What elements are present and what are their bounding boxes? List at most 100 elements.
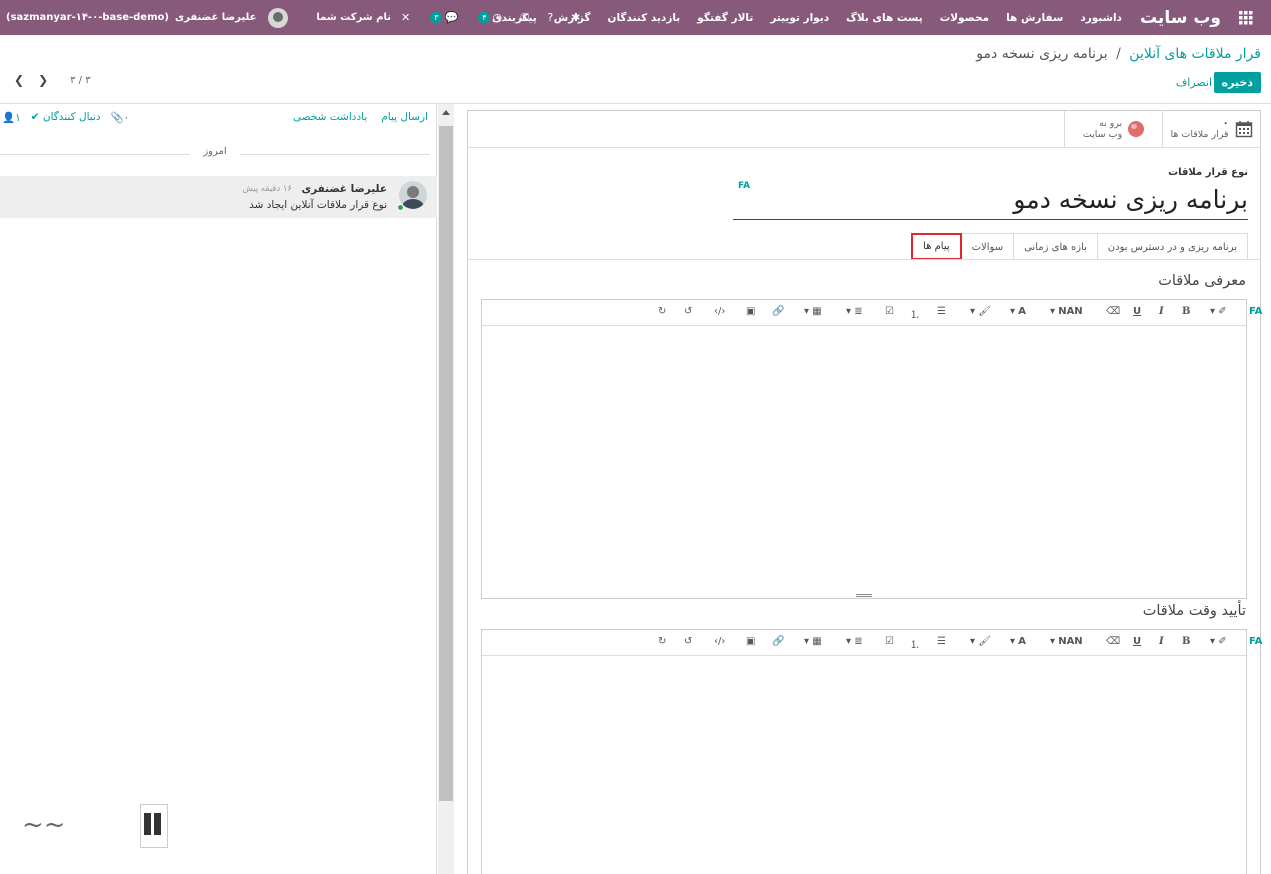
introduction-editor[interactable]: ↻ ↺ ‹/› ▣ 🔗 ▾ ▦ ▾ ≣ ☑ ⒈ ☰ ▾ 🖌 ▾ A ▾ NAN …: [481, 299, 1247, 599]
undo-icon[interactable]: ↺: [684, 306, 692, 317]
log-note-button[interactable]: یادداشت شخصی: [293, 111, 367, 123]
message-time: ۱۶ دقیقه پیش: [242, 184, 292, 194]
message-author[interactable]: علیرضا غضنفری: [301, 183, 387, 195]
company-switcher[interactable]: نام شرکت شما: [316, 12, 391, 23]
date-separator: امروز: [0, 146, 430, 157]
image-icon[interactable]: ▣: [746, 636, 755, 647]
send-message-button[interactable]: ارسال پیام: [381, 111, 428, 123]
tab-scheduling[interactable]: برنامه ریزی و در دسترس بودن: [1096, 233, 1248, 260]
tab-questions[interactable]: سوالات: [960, 233, 1015, 260]
apps-menu-icon[interactable]: [1231, 0, 1261, 35]
unordered-list-icon[interactable]: ☰: [937, 306, 946, 317]
title-translate-button[interactable]: FA: [738, 181, 750, 191]
followers-button[interactable]: 👤۱: [2, 111, 21, 124]
font-size-dropdown[interactable]: ▾ NAN: [1050, 306, 1083, 317]
phone-icon[interactable]: ✆: [520, 11, 529, 24]
underline-icon[interactable]: U: [1133, 306, 1141, 317]
highlight-color-icon[interactable]: ▾ 🖌: [970, 636, 991, 647]
code-view-icon[interactable]: ‹/›: [714, 306, 725, 317]
smart-button-box: ۰ قرار ملاقات ها برو به وب سایت: [468, 111, 1260, 148]
italic-icon[interactable]: I: [1159, 636, 1164, 647]
eraser-icon[interactable]: ⌫: [1106, 636, 1120, 647]
chat-bubble-icon: 💬: [444, 11, 459, 24]
appointment-title-input[interactable]: برنامه ریزی نسخه دمو: [1013, 185, 1248, 214]
confirmation-translate-button[interactable]: FA: [1249, 636, 1262, 647]
menu-orders[interactable]: سفارش ها: [1006, 12, 1063, 24]
magic-style-icon[interactable]: ▾ ✐: [1210, 636, 1227, 647]
app-brand[interactable]: وب سایت: [1140, 8, 1221, 28]
messages-icon[interactable]: ۳ 💬: [428, 11, 458, 24]
menu-blog-posts[interactable]: پست های بلاگ: [846, 12, 923, 24]
table-icon[interactable]: ▾ ▦: [804, 636, 822, 647]
font-size-dropdown[interactable]: ▾ NAN: [1050, 636, 1083, 647]
help-icon[interactable]: ?: [547, 11, 553, 24]
section-confirmation-title: تأیید وقت ملاقات: [1142, 603, 1246, 619]
editor-resize-handle[interactable]: [856, 594, 872, 597]
close-icon[interactable]: ✕: [401, 11, 410, 24]
confirmation-editor[interactable]: ↻ ↺ ‹/› ▣ 🔗 ▾ ▦ ▾ ≣ ☑ ⒈ ☰ ▾ 🖌 ▾ A ▾ NAN …: [481, 629, 1247, 874]
pager-next-icon[interactable]: ❯: [38, 73, 48, 87]
watermark-signature: ~~: [22, 810, 66, 840]
attachments-button[interactable]: 📎۰: [111, 111, 130, 124]
code-view-icon[interactable]: ‹/›: [714, 636, 725, 647]
bold-icon[interactable]: B: [1182, 636, 1190, 647]
scroll-up-arrow-icon[interactable]: [442, 110, 450, 115]
unordered-list-icon[interactable]: ☰: [937, 636, 946, 647]
checklist-icon[interactable]: ☑: [885, 636, 894, 647]
paragraph-align-icon[interactable]: ▾ ≣: [846, 306, 863, 317]
user-icon: 👤: [2, 112, 16, 124]
menu-visitors[interactable]: بازدید کنندگان: [608, 12, 681, 24]
menu-twitter-wall[interactable]: دیوار توییتر: [770, 12, 829, 24]
breadcrumb-current: برنامه ریزی نسخه دمو: [976, 46, 1108, 62]
follow-button[interactable]: ✔ دنبال کنندگان: [31, 111, 101, 124]
save-button[interactable]: ذخیره: [1213, 72, 1261, 93]
intro-translate-button[interactable]: FA: [1249, 306, 1262, 317]
font-size-value: NAN: [1058, 636, 1083, 647]
link-icon[interactable]: 🔗: [772, 306, 784, 317]
follow-label: دنبال کنندگان: [42, 111, 101, 123]
menu-forum[interactable]: تالار گفتگو: [697, 12, 753, 24]
user-name[interactable]: علیرضا غضنفری: [175, 12, 256, 23]
online-status-icon: [397, 204, 404, 211]
chatter-message: علیرضا غضنفری ۱۶ دقیقه پیش نوع قرار ملاق…: [0, 176, 437, 218]
discard-button[interactable]: انصراف: [1176, 76, 1212, 89]
font-color-icon[interactable]: ▾ A: [1010, 306, 1026, 317]
debug-bug-icon[interactable]: ✱: [571, 11, 580, 24]
chatter-panel: ارسال پیام یادداشت شخصی 👤۱ ✔ دنبال کنندگ…: [0, 104, 437, 874]
section-introduction-title: معرفی ملاقات: [1158, 273, 1246, 289]
magic-style-icon[interactable]: ▾ ✐: [1210, 306, 1227, 317]
user-avatar[interactable]: [268, 7, 289, 28]
scroll-thumb[interactable]: [439, 126, 453, 801]
go-to-website-button[interactable]: برو به وب سایت: [1064, 111, 1162, 147]
underline-icon[interactable]: U: [1133, 636, 1141, 647]
image-icon[interactable]: ▣: [746, 306, 755, 317]
menu-products[interactable]: محصولات: [940, 12, 989, 24]
pager-value[interactable]: ۳ / ۳: [70, 75, 90, 86]
redo-icon[interactable]: ↻: [658, 306, 666, 317]
meetings-smart-button[interactable]: ۰ قرار ملاقات ها: [1162, 111, 1260, 147]
menu-dashboard[interactable]: داشبورد: [1080, 12, 1122, 24]
form-scrollbar[interactable]: [438, 104, 454, 874]
bold-icon[interactable]: B: [1182, 306, 1190, 317]
table-icon[interactable]: ▾ ▦: [804, 306, 822, 317]
highlight-color-icon[interactable]: ▾ 🖌: [970, 306, 991, 317]
tab-messages[interactable]: پیام ها: [911, 233, 962, 260]
message-body: نوع قرار ملاقات آنلاین ایجاد شد: [249, 199, 387, 211]
paragraph-align-icon[interactable]: ▾ ≣: [846, 636, 863, 647]
undo-icon[interactable]: ↺: [684, 636, 692, 647]
message-count-badge: ۳: [430, 12, 443, 23]
checklist-icon[interactable]: ☑: [885, 306, 894, 317]
font-color-icon[interactable]: ▾ A: [1010, 636, 1026, 647]
redo-icon[interactable]: ↻: [658, 636, 666, 647]
watermark-logo: ~~: [22, 804, 172, 852]
italic-icon[interactable]: I: [1159, 306, 1164, 317]
ordered-list-icon[interactable]: ⒈: [910, 636, 920, 651]
pager-previous-icon[interactable]: ❮: [14, 73, 24, 87]
tab-time-slots[interactable]: بازه های زمانی: [1013, 233, 1098, 260]
breadcrumb-separator: /: [1116, 46, 1121, 62]
ordered-list-icon[interactable]: ⒈: [910, 306, 920, 321]
breadcrumb-parent[interactable]: قرار ملاقات های آنلاین: [1129, 46, 1261, 62]
eraser-icon[interactable]: ⌫: [1106, 306, 1120, 317]
activities-icon[interactable]: ۴ ◷: [476, 11, 502, 24]
link-icon[interactable]: 🔗: [772, 636, 784, 647]
